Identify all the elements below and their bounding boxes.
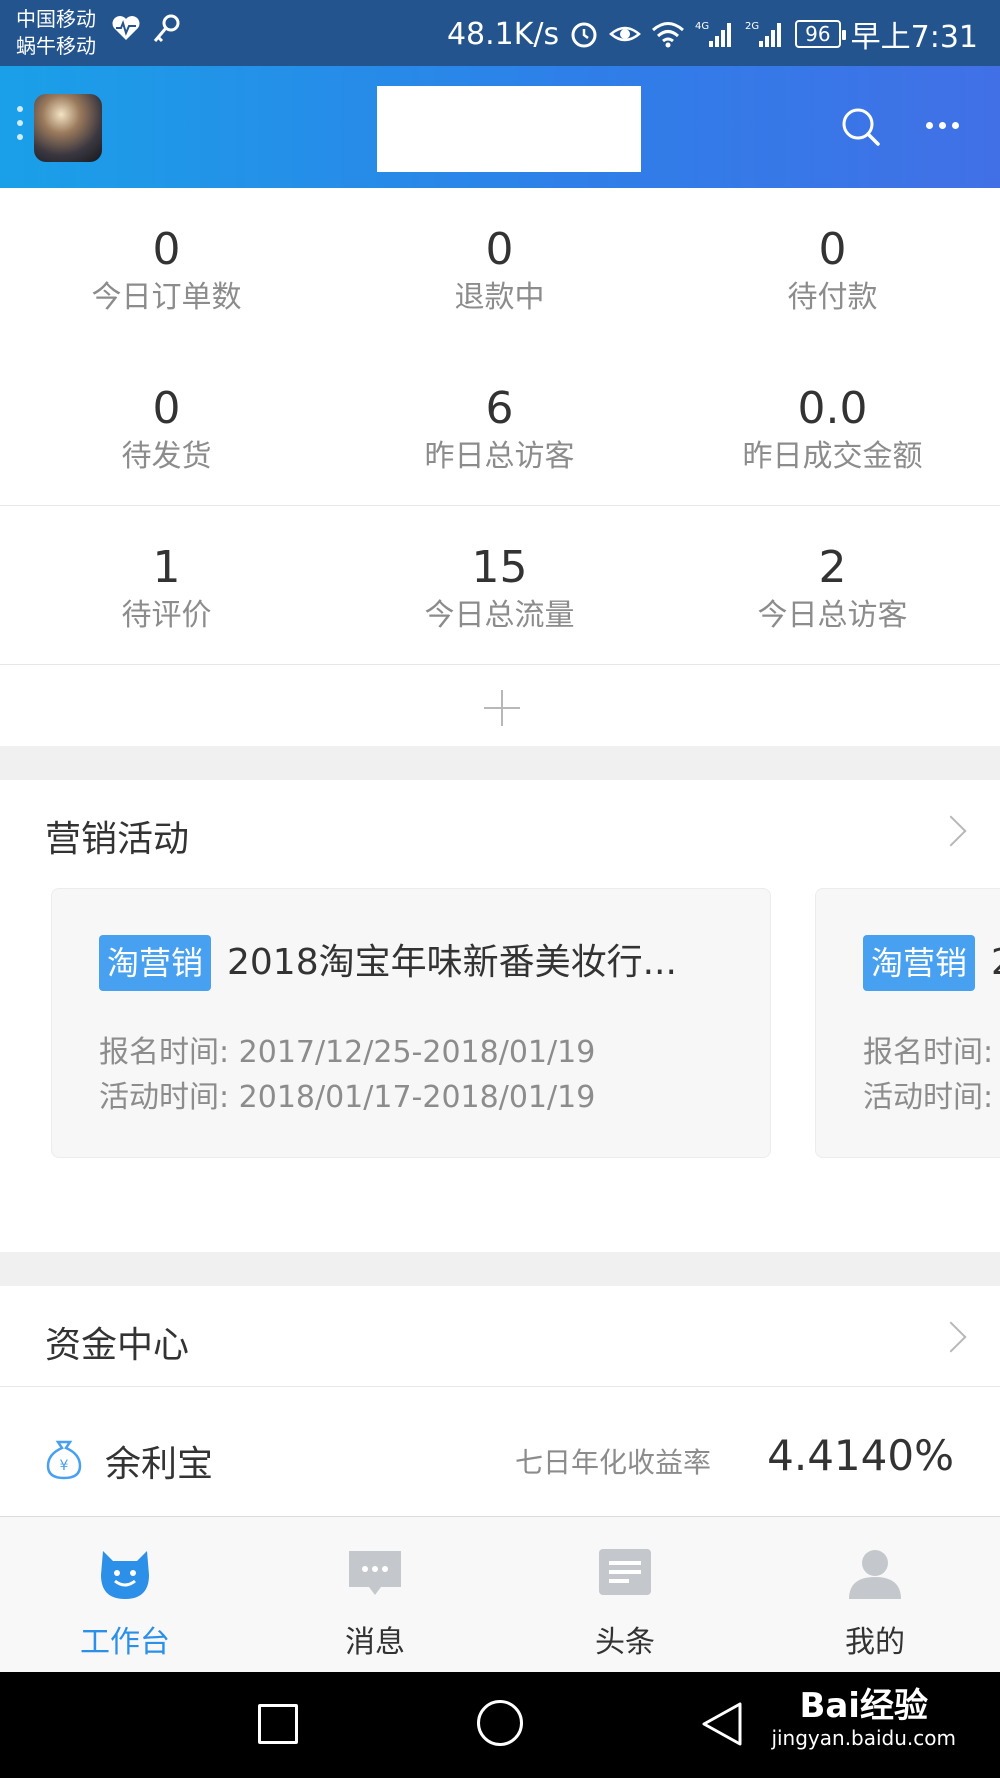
profile-icon xyxy=(849,1550,901,1599)
more-icon[interactable] xyxy=(926,122,959,129)
finance-chevron-right-icon[interactable] xyxy=(935,1321,967,1353)
workbench-icon xyxy=(101,1551,149,1599)
stat-label: 退款中 xyxy=(454,280,545,315)
stat-label: 今日订单数 xyxy=(91,280,242,315)
yulibao-name[interactable]: 余利宝 xyxy=(105,1435,213,1487)
stat-value: 15 xyxy=(471,542,528,593)
stat-today-visitors[interactable]: 2 今日总访客 xyxy=(666,544,999,636)
stats-row-3: 1 待评价 15 今日总流量 2 今日总访客 xyxy=(0,506,1000,665)
heart-rate-icon xyxy=(112,16,140,40)
activity-signup-time: 报名时间: xyxy=(863,1035,994,1070)
battery-indicator: 96 xyxy=(795,20,847,48)
tab-label: 我的 xyxy=(845,1625,905,1660)
stat-yesterday-sales[interactable]: 0.0 昨日成交金额 xyxy=(666,385,999,477)
home-icon[interactable] xyxy=(477,1700,523,1746)
stat-value: 6 xyxy=(485,383,514,434)
status-icons-right: 48.1K/s 4G 2G 96 早上7:31 xyxy=(447,12,978,56)
svg-text:¥: ¥ xyxy=(60,1458,69,1474)
stat-pending-shipment[interactable]: 0 待发货 xyxy=(0,385,333,477)
stat-label: 今日总流量 xyxy=(424,598,575,633)
money-bag-icon: ¥ xyxy=(46,1440,82,1480)
activity-title: 2 xyxy=(991,933,1000,993)
key-icon xyxy=(153,14,180,43)
yield-value: 4.4140% xyxy=(767,1431,954,1480)
activity-badge: 淘营销 xyxy=(863,935,976,991)
watermark-url: jingyan.baidu.com xyxy=(771,1726,956,1750)
stats-row-2: 0 待发货 6 昨日总访客 0.0 昨日成交金额 xyxy=(0,347,1000,506)
status-icons-left xyxy=(110,14,180,44)
tab-messages[interactable]: 消息 xyxy=(250,1517,500,1673)
signal-4g-icon: 4G xyxy=(695,21,732,47)
stat-refunding[interactable]: 0 退款中 xyxy=(333,226,666,318)
activity-event-time: 活动时间: xyxy=(863,1080,994,1115)
stat-value: 0 xyxy=(818,224,847,275)
status-bar: 中国移动 蜗牛移动 48.1K/s 4G 2G 96 早上7:31 xyxy=(0,0,1000,66)
network-speed: 48.1K/s xyxy=(446,16,560,52)
stat-value: 0.0 xyxy=(797,383,868,434)
alarm-icon xyxy=(571,22,597,48)
stat-today-traffic[interactable]: 15 今日总流量 xyxy=(333,544,666,636)
drawer-handle-icon[interactable] xyxy=(17,106,23,148)
stat-label: 待发货 xyxy=(121,439,212,474)
carrier-primary: 中国移动 xyxy=(16,7,96,31)
add-stat-plus-icon[interactable] xyxy=(484,690,520,726)
tab-label: 工作台 xyxy=(80,1625,170,1660)
marketing-chevron-right-icon[interactable] xyxy=(935,815,967,847)
tab-headlines[interactable]: 头条 xyxy=(500,1517,750,1673)
tab-profile[interactable]: 我的 xyxy=(750,1517,1000,1673)
activity-card[interactable]: 淘营销 2018淘宝年味新番美妆行... 报名时间: 2017/12/25-20… xyxy=(51,888,771,1158)
store-name-redacted xyxy=(377,86,641,172)
yield-label: 七日年化收益率 xyxy=(515,1446,712,1479)
message-icon xyxy=(349,1551,401,1595)
tab-label: 消息 xyxy=(345,1625,405,1660)
stat-value: 2 xyxy=(818,542,847,593)
section-gap xyxy=(0,746,1000,780)
stat-value: 0 xyxy=(152,383,181,434)
stat-label: 待付款 xyxy=(787,280,878,315)
carrier-secondary: 蜗牛移动 xyxy=(16,34,96,58)
finance-section-title[interactable]: 资金中心 xyxy=(45,1316,189,1368)
clock: 早上7:31 xyxy=(850,20,978,55)
bottom-tab-bar: 工作台 消息 头条 我的 xyxy=(0,1516,1000,1672)
stat-value: 0 xyxy=(485,224,514,275)
search-icon[interactable] xyxy=(840,106,882,148)
system-nav-bar: Bai经验 jingyan.baidu.com xyxy=(0,1672,1000,1778)
app-header xyxy=(0,66,1000,188)
carrier-info: 中国移动 蜗牛移动 xyxy=(16,6,96,60)
stats-grid: 0 今日订单数 0 退款中 0 待付款 0 待发货 6 昨日总访客 0.0 昨日… xyxy=(0,188,1000,665)
activity-event-time: 活动时间: 2018/01/17-2018/01/19 xyxy=(99,1080,596,1115)
stat-label: 待评价 xyxy=(121,598,212,633)
stat-yesterday-visitors[interactable]: 6 昨日总访客 xyxy=(333,385,666,477)
avatar[interactable] xyxy=(34,94,102,162)
stat-pending-payment[interactable]: 0 待付款 xyxy=(666,226,999,318)
stats-row-1: 0 今日订单数 0 退款中 0 待付款 xyxy=(0,188,1000,347)
stat-today-orders[interactable]: 0 今日订单数 xyxy=(0,226,333,318)
stat-label: 今日总访客 xyxy=(757,598,908,633)
signal-2g-icon: 2G xyxy=(745,21,782,47)
wifi-icon xyxy=(652,22,685,48)
eye-icon xyxy=(609,26,642,42)
add-stat-row xyxy=(0,666,1000,746)
stat-pending-review[interactable]: 1 待评价 xyxy=(0,544,333,636)
back-icon[interactable] xyxy=(700,1700,744,1748)
baidu-watermark: Bai经验 jingyan.baidu.com xyxy=(771,1686,956,1750)
stat-value: 1 xyxy=(152,542,181,593)
recent-apps-icon[interactable] xyxy=(258,1704,298,1744)
stat-label: 昨日总访客 xyxy=(424,439,575,474)
svg-text:4G: 4G xyxy=(695,21,709,32)
divider xyxy=(0,1386,1000,1387)
marketing-section-title[interactable]: 营销活动 xyxy=(45,810,189,862)
activity-title: 2018淘宝年味新番美妆行... xyxy=(227,942,677,983)
section-gap xyxy=(0,1252,1000,1286)
activity-badge: 淘营销 xyxy=(99,935,212,991)
activity-card[interactable]: 淘营销 2 报名时间: 活动时间: xyxy=(815,888,1000,1158)
stat-value: 0 xyxy=(152,224,181,275)
watermark-brand: Bai经验 xyxy=(799,1686,928,1726)
tab-workbench[interactable]: 工作台 xyxy=(0,1517,250,1673)
stat-label: 昨日成交金额 xyxy=(742,439,923,474)
tab-label: 头条 xyxy=(595,1625,655,1660)
activity-signup-time: 报名时间: 2017/12/25-2018/01/19 xyxy=(99,1035,596,1070)
svg-text:2G: 2G xyxy=(745,21,759,32)
headline-icon xyxy=(599,1549,651,1595)
